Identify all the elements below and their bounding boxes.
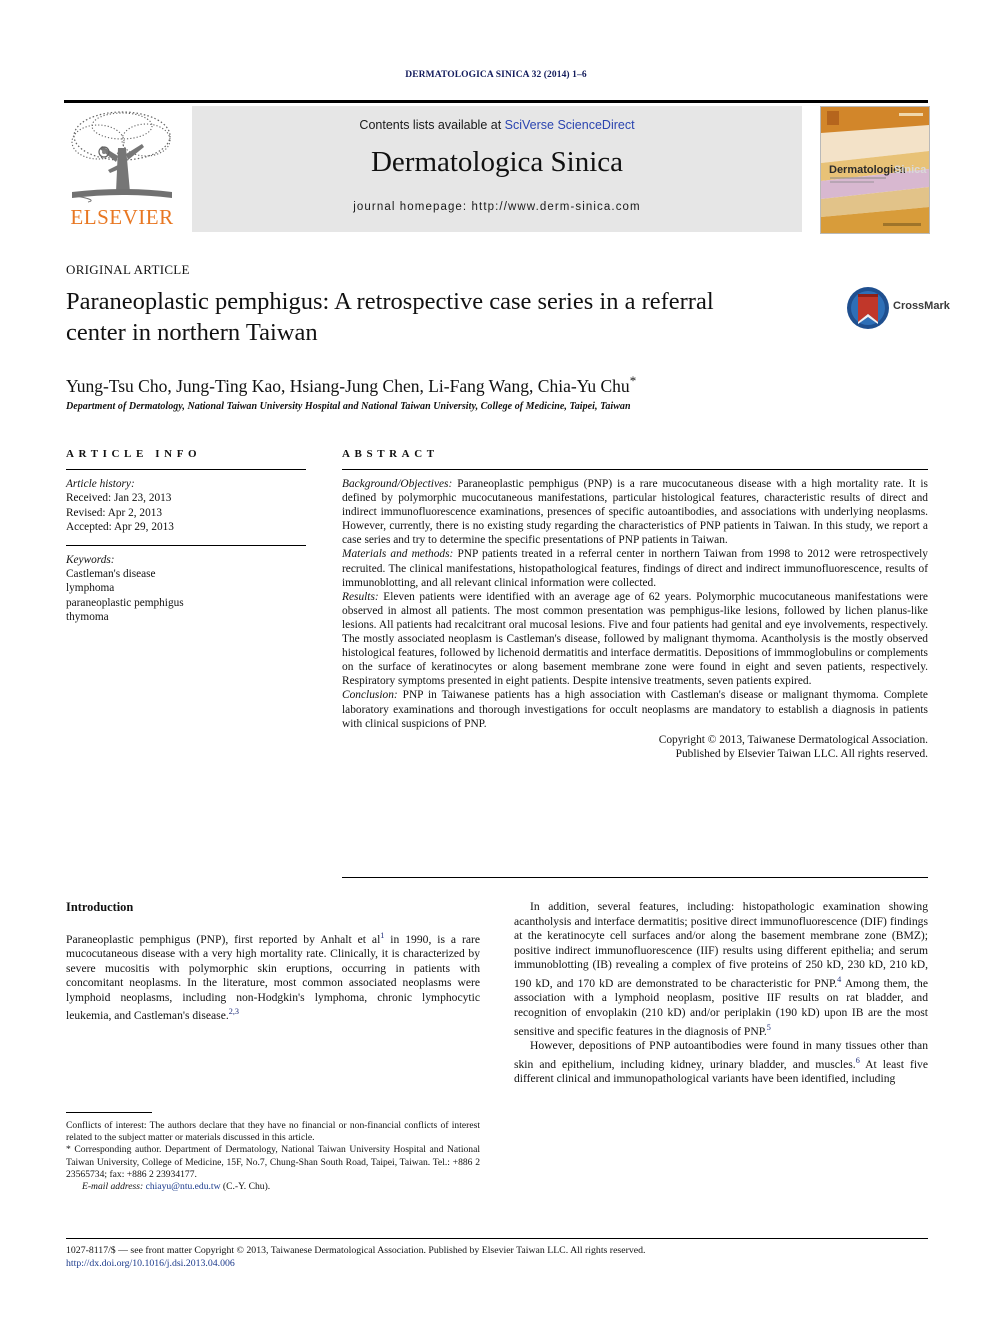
- journal-title: Dermatologica Sinica: [370, 146, 624, 178]
- affiliation: Department of Dermatology, National Taiw…: [66, 401, 631, 412]
- journal-article-page: DERMATOLOGICA SINICA 32 (2014) 1–6 ELSEV…: [0, 0, 992, 1323]
- abstract-copyright: Copyright © 2013, Taiwanese Dermatologic…: [342, 733, 928, 761]
- article-info-rule-mid: [66, 544, 306, 546]
- article-info-heading: ARTICLE INFO: [66, 448, 202, 460]
- svg-text:Sinica: Sinica: [894, 164, 927, 176]
- crossmark-badge[interactable]: CrossMark: [846, 286, 950, 332]
- keyword-item: Castleman's disease: [66, 568, 156, 581]
- footnotes-block: Conflicts of interest: The authors decla…: [66, 1120, 480, 1193]
- footnote-divider: [66, 1112, 152, 1113]
- article-type-kicker: ORIGINAL ARTICLE: [66, 262, 190, 277]
- article-info-column: ARTICLE INFO Article history: Received: …: [66, 448, 306, 625]
- keywords-block: Keywords: Castleman's disease lymphoma p…: [66, 553, 306, 625]
- introduction-paragraph-right-2: However, depositions of PNP autoantibodi…: [514, 1039, 928, 1087]
- article-info-rule-top: [66, 469, 306, 470]
- journal-homepage-link[interactable]: journal homepage: http://www.derm-sinica…: [192, 201, 802, 213]
- footnote-email: E-mail address: chiayu@ntu.edu.tw (C.-Y.…: [66, 1181, 480, 1193]
- abstract-section-label: Materials and methods:: [342, 548, 454, 561]
- crossmark-icon: [846, 286, 890, 330]
- abstract-section-label: Conclusion:: [342, 689, 398, 702]
- article-history-label: Article history:: [66, 478, 135, 490]
- abstract-paragraph: Results: Eleven patients were identified…: [342, 590, 928, 689]
- author-names: Yung-Tsu Cho, Jung-Ting Kao, Hsiang-Jung…: [66, 375, 630, 396]
- abstract-paragraph: Materials and methods: PNP patients trea…: [342, 547, 928, 589]
- abstract-section-text: Eleven patients were identified with an …: [342, 590, 928, 688]
- masthead-top-rule: [64, 100, 928, 103]
- email-label: E-mail address:: [82, 1181, 144, 1193]
- contents-prefix-text: Contents lists available at: [359, 118, 505, 132]
- article-history-block: Article history: Received: Jan 23, 2013 …: [66, 477, 306, 535]
- email-suffix: (C.-Y. Chu).: [220, 1181, 271, 1193]
- sciencedirect-link[interactable]: SciVerse ScienceDirect: [505, 118, 635, 132]
- author-list: Yung-Tsu Cho, Jung-Ting Kao, Hsiang-Jung…: [66, 373, 866, 397]
- abstract-section-label: Results:: [342, 590, 379, 603]
- abstract-paragraph: Conclusion: PNP in Taiwanese patients ha…: [342, 688, 928, 730]
- elsevier-wordmark: ELSEVIER: [70, 205, 174, 229]
- doi-link[interactable]: http://dx.doi.org/10.1016/j.dsi.2013.04.…: [66, 1257, 928, 1270]
- abstract-section-label: Background/Objectives:: [342, 478, 453, 490]
- footnote-conflicts: Conflicts of interest: The authors decla…: [66, 1120, 480, 1144]
- abstract-section-text: PNP in Taiwanese patients has a high ass…: [342, 689, 928, 730]
- elsevier-tree-icon: [68, 108, 176, 204]
- introduction-heading: Introduction: [66, 900, 134, 914]
- introduction-left-column: Introduction Paraneoplastic pemphigus (P…: [66, 900, 480, 1024]
- contents-lists-line: Contents lists available at SciVerse Sci…: [192, 118, 802, 132]
- introduction-right-column: In addition, several features, including…: [514, 900, 928, 1087]
- intro-left-text-a: Paraneoplastic pemphigus (PNP), first re…: [66, 932, 381, 946]
- keyword-item: thymoma: [66, 611, 109, 624]
- abstract-rule-top: [342, 469, 928, 470]
- email-link[interactable]: chiayu@ntu.edu.tw: [146, 1181, 221, 1192]
- citation-ref[interactable]: 2,3: [229, 1007, 239, 1016]
- history-received: Received: Jan 23, 2013: [66, 492, 172, 505]
- introduction-paragraph-left: Paraneoplastic pemphigus (PNP), first re…: [66, 929, 480, 1024]
- journal-cover-thumbnail[interactable]: Dermatologica Sinica: [820, 106, 930, 234]
- history-accepted: Accepted: Apr 29, 2013: [66, 521, 174, 534]
- issn-copyright-line: 1027-8117/$ — see front matter Copyright…: [66, 1245, 646, 1256]
- copyright-line-2: Published by Elsevier Taiwan LLC. All ri…: [675, 747, 928, 760]
- intro-left-text-b: in 1990, is a rare mucocutaneous disease…: [66, 932, 480, 1023]
- running-head: DERMATOLOGICA SINICA 32 (2014) 1–6: [405, 70, 587, 80]
- history-revised: Revised: Apr 2, 2013: [66, 506, 163, 519]
- abstract-rule-bottom: [342, 877, 928, 878]
- introduction-paragraph-right-1: In addition, several features, including…: [514, 900, 928, 1039]
- keywords-label: Keywords:: [66, 553, 115, 566]
- keyword-item: lymphoma: [66, 582, 115, 595]
- page-title: Paraneoplastic pemphigus: A retrospectiv…: [66, 288, 714, 346]
- keyword-item: paraneoplastic pemphigus: [66, 596, 184, 609]
- page-footer: 1027-8117/$ — see front matter Copyright…: [66, 1244, 928, 1270]
- abstract-paragraph: Background/Objectives: Paraneoplastic pe…: [342, 477, 928, 547]
- copyright-line-1: Copyright © 2013, Taiwanese Dermatologic…: [658, 733, 928, 746]
- elsevier-logo: ELSEVIER: [64, 106, 180, 232]
- abstract-heading: ABSTRACT: [342, 448, 439, 460]
- corresponding-text: Corresponding author. Department of Derm…: [66, 1144, 480, 1180]
- corresponding-author-marker: *: [629, 373, 637, 388]
- crossmark-label: CrossMark: [893, 300, 950, 312]
- journal-masthead: ELSEVIER Contents lists available at Sci…: [64, 100, 930, 234]
- citation-ref[interactable]: 5: [767, 1023, 771, 1032]
- page-footer-divider: [66, 1238, 928, 1239]
- abstract-body: Background/Objectives: Paraneoplastic pe…: [342, 477, 928, 761]
- abstract-column: ABSTRACT Background/Objectives: Paraneop…: [342, 448, 928, 761]
- journal-info-band: Contents lists available at SciVerse Sci…: [192, 106, 802, 232]
- footnote-corresponding: * Corresponding author. Department of De…: [66, 1144, 480, 1181]
